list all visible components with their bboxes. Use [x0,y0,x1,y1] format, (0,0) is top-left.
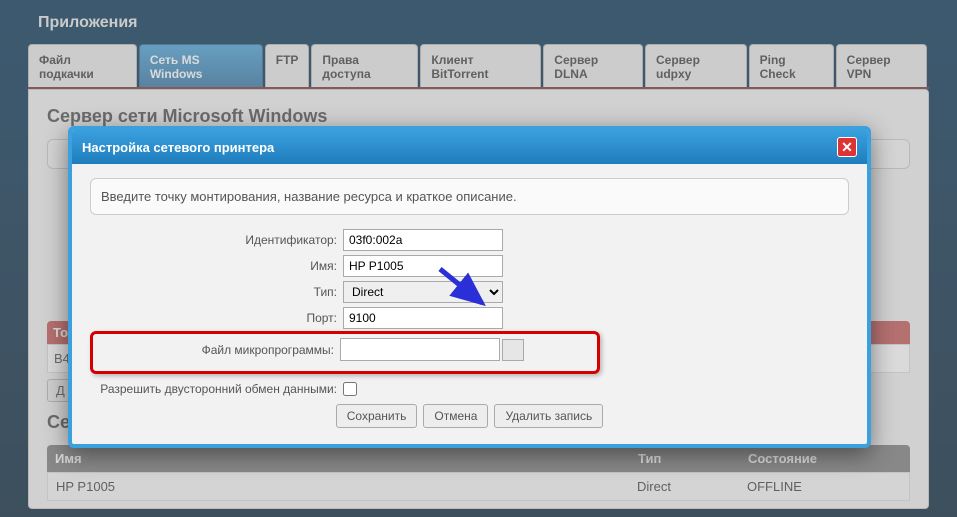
dialog-title-text: Настройка сетевого принтера [82,140,274,155]
bidir-checkbox[interactable] [343,382,357,396]
browse-button[interactable] [502,339,524,361]
cancel-button[interactable]: Отмена [423,404,488,428]
label-bidir: Разрешить двусторонний обмен данными: [90,382,343,396]
type-select[interactable]: Direct [343,281,503,303]
dialog-instruction: Введите точку монтирования, название рес… [90,178,849,215]
delete-button[interactable]: Удалить запись [494,404,603,428]
close-icon[interactable]: ✕ [837,137,857,157]
label-port: Порт: [90,311,343,325]
id-field[interactable] [343,229,503,251]
firmware-highlight: Файл микропрограммы: [90,331,600,374]
firmware-field[interactable] [340,338,500,361]
printer-dialog: Настройка сетевого принтера ✕ Введите то… [68,126,871,448]
label-id: Идентификатор: [90,233,343,247]
label-type: Тип: [90,285,343,299]
label-name: Имя: [90,259,343,273]
name-field[interactable] [343,255,503,277]
port-field[interactable] [343,307,503,329]
save-button[interactable]: Сохранить [336,404,418,428]
label-firmware: Файл микропрограммы: [99,343,340,357]
